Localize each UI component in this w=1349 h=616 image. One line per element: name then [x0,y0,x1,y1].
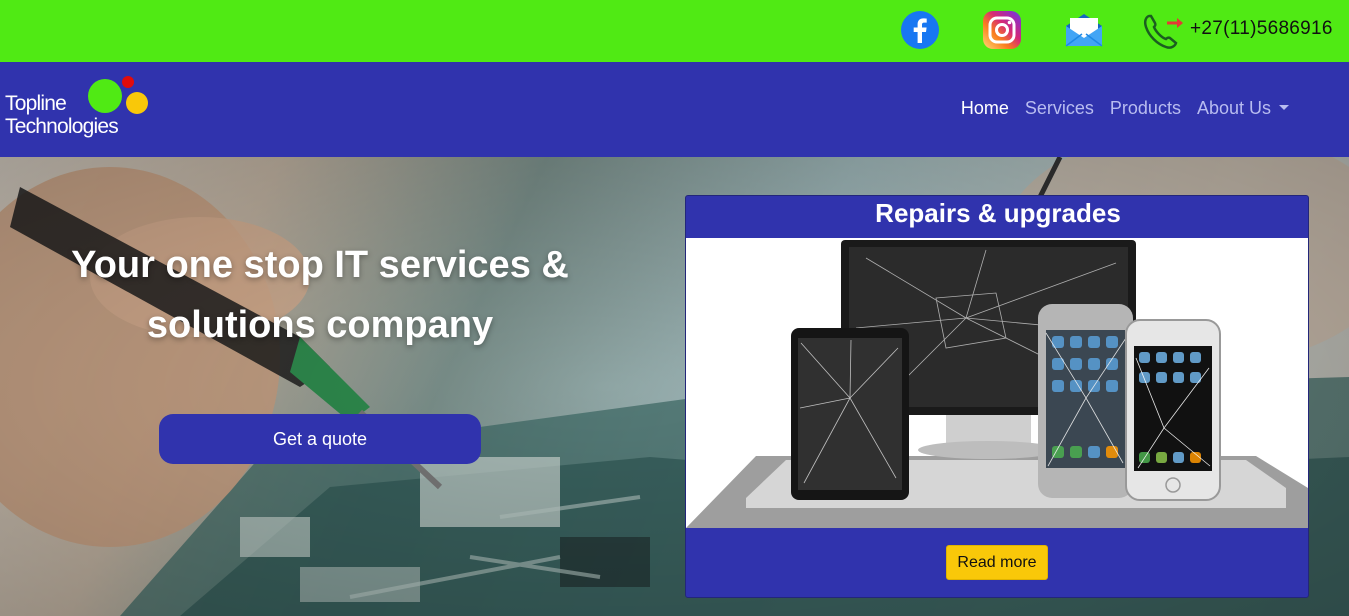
instagram-icon[interactable] [982,10,1022,50]
get-quote-button[interactable]: Get a quote [159,414,481,464]
chevron-down-icon[interactable] [1279,105,1289,111]
phone-number[interactable]: +27(11)5686916 [1190,18,1333,40]
hero-title: Your one stop IT services & solutions co… [71,244,569,346]
brand-logo[interactable]: Topline Technologies [5,76,155,146]
card-title: Repairs & upgrades [875,198,1121,228]
brand-name-line2: Technologies [5,115,119,138]
contact-bar: +27(11)5686916 [0,0,1349,62]
nav-home[interactable]: Home [961,98,1009,119]
navbar: Topline Technologies Home Services Produ… [0,62,1349,157]
logo-circles-icon [88,76,148,114]
nav-services[interactable]: Services [1025,98,1094,119]
nav-about-us[interactable]: About Us [1197,98,1271,118]
read-more-button[interactable]: Read more [946,545,1048,580]
cracked-devices-image [686,238,1308,528]
phone-icon [1143,14,1183,49]
email-icon[interactable] [1064,10,1104,50]
nav-about-dropdown[interactable]: About Us [1197,98,1289,119]
facebook-icon[interactable] [900,10,940,50]
hero-section: Your one stop IT services & solutions co… [0,157,1349,616]
nav-links: Home Services Products About Us [961,98,1289,119]
nav-products[interactable]: Products [1110,98,1181,119]
repairs-card: Repairs & upgrades Read more [685,195,1309,598]
brand-name-line1: Topline [5,92,67,115]
